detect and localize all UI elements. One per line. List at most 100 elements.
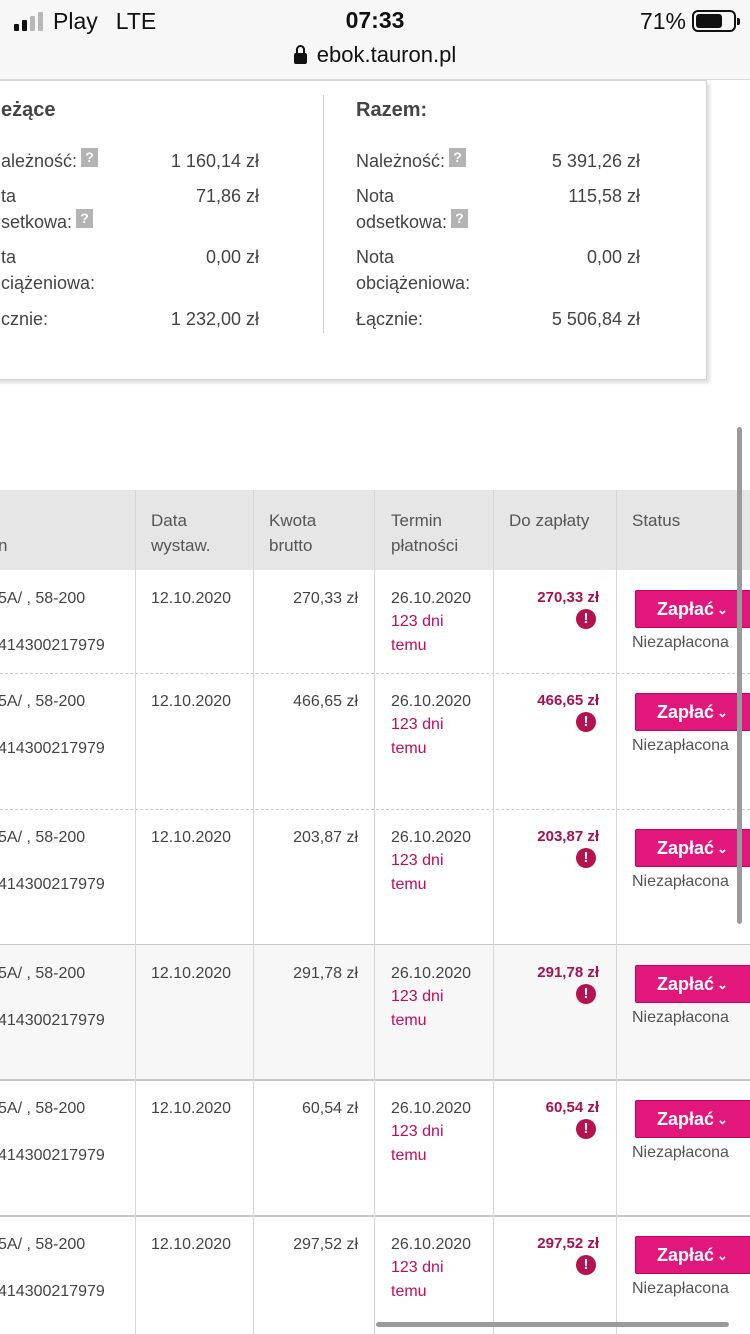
lock-icon <box>293 44 307 64</box>
payment-status-text: Niezapłacona <box>632 1009 729 1026</box>
total-debit-note-value: 0,00 zł <box>586 247 640 267</box>
current-summary-title: eżące <box>1 99 56 121</box>
account-number-cell: 414300217979 <box>0 637 105 654</box>
total-interest-note-label: Nota odsetkowa:? <box>356 183 469 235</box>
column-header-issue-date[interactable]: Data wystaw. <box>151 508 211 558</box>
overdue-days-text: 123 dni <box>391 852 444 869</box>
alert-icon: ! <box>576 609 596 629</box>
account-number-cell: 414300217979 <box>0 1012 105 1029</box>
overdue-ago-text: temu <box>391 740 427 757</box>
table-row[interactable]: 5A/ , 58-200 414300217979 12.10.2020 270,33… <box>0 570 750 673</box>
total-receivable-label: Należność:? <box>356 148 467 174</box>
gross-amount-cell: 297,52 zł <box>293 1236 358 1253</box>
gross-amount-cell: 291,78 zł <box>293 965 358 982</box>
payment-status-text: Niezapłacona <box>632 634 729 651</box>
due-date-cell: 26.10.2020 <box>391 829 472 846</box>
current-interest-note-value: 71,86 zł <box>195 186 259 206</box>
column-header-status[interactable]: Status <box>632 508 680 533</box>
overdue-ago-text: temu <box>391 637 427 654</box>
address-cell: 5A/ , 58-200 <box>0 1236 86 1253</box>
address-cell: 5A/ , 58-200 <box>0 693 86 710</box>
chevron-down-icon: ⌄ <box>717 602 728 617</box>
help-icon[interactable]: ? <box>451 209 469 228</box>
summary-divider <box>323 95 324 333</box>
current-total-value: 1 232,00 zł <box>170 309 259 329</box>
pay-button[interactable]: Zapłać ⌄ <box>635 693 750 731</box>
overdue-days-text: 123 dni <box>391 613 444 630</box>
table-row[interactable]: 5A/ , 58-200 414300217979 12.10.2020 291,78… <box>0 945 750 1080</box>
table-row[interactable]: 5A/ , 58-200 414300217979 12.10.2020 60,54 … <box>0 1080 750 1216</box>
payment-status-text: Niezapłacona <box>632 1144 729 1161</box>
issue-date-cell: 12.10.2020 <box>151 693 232 710</box>
address-bar[interactable]: ebok.tauron.pl <box>0 40 750 70</box>
pay-button[interactable]: Zapłać ⌄ <box>635 1236 750 1274</box>
issue-date-cell: 12.10.2020 <box>151 829 232 846</box>
account-number-cell: 414300217979 <box>0 876 105 893</box>
issue-date-cell: 12.10.2020 <box>151 1100 232 1117</box>
balance-summary-panel: eżące ależność:? 1 160,14 zł ta setkowa:?… <box>0 80 707 380</box>
battery-percent: 71% <box>639 7 686 34</box>
current-receivable-value: 1 160,14 zł <box>170 151 259 171</box>
help-icon[interactable]: ? <box>76 209 94 228</box>
current-debit-note-value: 0,00 zł <box>205 247 259 267</box>
chevron-down-icon: ⌄ <box>717 1112 728 1127</box>
issue-date-cell: 12.10.2020 <box>151 1236 232 1253</box>
account-number-cell: 414300217979 <box>0 1147 105 1164</box>
table-row[interactable]: 5A/ , 58-200 414300217979 12.10.2020 466,65… <box>0 673 750 809</box>
column-header-to-pay[interactable]: Do zapłaty <box>509 508 589 533</box>
address-cell: 5A/ , 58-200 <box>0 965 86 982</box>
overdue-ago-text: temu <box>391 1012 427 1029</box>
current-receivable-label: ależność:? <box>1 148 99 174</box>
alert-icon: ! <box>576 1119 596 1139</box>
column-divider <box>135 490 136 1334</box>
column-header-address: n <box>0 536 8 555</box>
browser-status-bar: Play LTE 07:33 71% ebok.tauron.pl <box>0 0 750 80</box>
gross-amount-cell: 270,33 zł <box>293 590 358 607</box>
overdue-days-text: 123 dni <box>391 1259 444 1276</box>
current-total-label: cznie: <box>1 309 49 329</box>
horizontal-scrollbar[interactable] <box>376 1322 729 1327</box>
due-date-cell: 26.10.2020 <box>391 590 472 607</box>
total-receivable-value: 5 391,26 zł <box>551 151 640 171</box>
chevron-down-icon: ⌄ <box>717 1248 728 1263</box>
due-date-cell: 26.10.2020 <box>391 1100 472 1117</box>
gross-amount-cell: 60,54 zł <box>301 1100 358 1117</box>
amount-due-cell: 60,54 zł <box>545 1099 599 1116</box>
battery-icon <box>692 10 740 32</box>
table-row[interactable]: 5A/ , 58-200 414300217979 12.10.2020 203,87… <box>0 809 750 945</box>
chevron-down-icon: ⌄ <box>717 705 728 720</box>
column-divider <box>253 490 254 1334</box>
battery-info: 71% <box>639 7 740 34</box>
alert-icon: ! <box>576 984 596 1004</box>
total-total-label: Łącznie: <box>356 309 424 329</box>
amount-due-cell: 203,87 zł <box>537 828 599 845</box>
column-divider <box>493 490 494 1334</box>
table-row[interactable]: 5A/ , 58-200 414300217979 12.10.2020 297,52… <box>0 1216 750 1334</box>
gross-amount-cell: 466,65 zł <box>293 693 358 710</box>
total-total-value: 5 506,84 zł <box>551 309 640 329</box>
overdue-days-text: 123 dni <box>391 716 444 733</box>
column-header-gross-amount[interactable]: Kwota brutto <box>269 508 316 558</box>
alert-icon: ! <box>576 848 596 868</box>
address-cell: 5A/ , 58-200 <box>0 590 86 607</box>
current-debit-note-label: ta ciążeniowa: <box>1 247 96 293</box>
due-date-cell: 26.10.2020 <box>391 965 472 982</box>
address-cell: 5A/ , 58-200 <box>0 829 86 846</box>
issue-date-cell: 12.10.2020 <box>151 965 232 982</box>
pay-button[interactable]: Zapłać ⌄ <box>635 590 750 628</box>
address-cell: 5A/ , 58-200 <box>0 1100 86 1117</box>
clock: 07:33 <box>345 7 405 33</box>
help-icon[interactable]: ? <box>449 148 467 167</box>
amount-due-cell: 291,78 zł <box>537 964 599 981</box>
pay-button[interactable]: Zapłać ⌄ <box>635 829 750 867</box>
pay-button[interactable]: Zapłać ⌄ <box>635 965 750 1003</box>
chevron-down-icon: ⌄ <box>717 977 728 992</box>
pay-button[interactable]: Zapłać ⌄ <box>635 1100 750 1138</box>
overdue-ago-text: temu <box>391 876 427 893</box>
help-icon[interactable]: ? <box>81 148 99 167</box>
current-interest-note-label: ta setkowa:? <box>1 183 94 235</box>
due-date-cell: 26.10.2020 <box>391 693 472 710</box>
vertical-scrollbar[interactable] <box>737 427 742 924</box>
column-header-due-date[interactable]: Termin płatności <box>391 508 458 558</box>
overdue-ago-text: temu <box>391 1283 427 1300</box>
